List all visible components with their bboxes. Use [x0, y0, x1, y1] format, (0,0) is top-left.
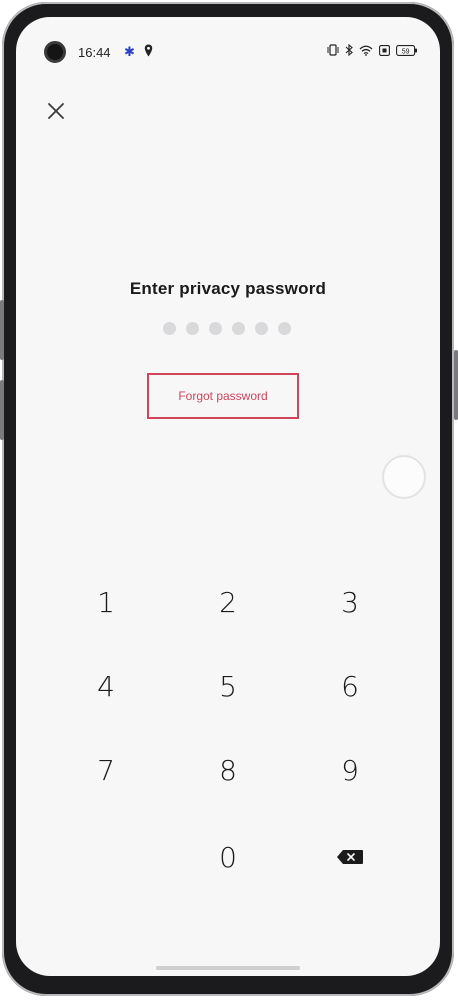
gear-icon: ✱: [124, 44, 135, 59]
key-6[interactable]: 6: [310, 656, 390, 716]
pin-dot: [232, 322, 245, 335]
pin-dot: [186, 322, 199, 335]
pin-dot: [278, 322, 291, 335]
key-7[interactable]: 7: [66, 740, 146, 800]
status-icons: 59: [327, 44, 418, 56]
power-button: [454, 350, 458, 420]
front-camera: [44, 41, 66, 63]
key-9[interactable]: 9: [310, 740, 390, 800]
pin-dot: [255, 322, 268, 335]
forgot-password-button[interactable]: Forgot password: [147, 373, 299, 419]
key-2[interactable]: 2: [188, 572, 268, 632]
backspace-button[interactable]: [310, 827, 390, 887]
location-icon: [144, 44, 153, 57]
key-0[interactable]: 0: [188, 827, 268, 887]
status-time: 16:44: [78, 45, 111, 60]
key-4[interactable]: 4: [66, 656, 146, 716]
screen: 16:44 ✱ 59 Enter privacy password Forgot…: [16, 17, 440, 976]
battery-icon: 59: [396, 44, 417, 56]
home-indicator[interactable]: [156, 966, 300, 970]
bluetooth-icon: [345, 44, 353, 56]
volume-button: [0, 300, 4, 360]
pin-dot: [209, 322, 222, 335]
page-title: Enter privacy password: [129, 279, 327, 298]
assistive-touch-button[interactable]: [382, 455, 426, 499]
vibrate-icon: [327, 44, 339, 56]
nfc-icon: [379, 44, 390, 56]
volume-button: [0, 380, 4, 440]
close-icon[interactable]: [42, 97, 70, 125]
key-5[interactable]: 5: [188, 656, 268, 716]
pin-indicator: [163, 322, 291, 335]
battery-level: 59: [402, 48, 410, 55]
key-3[interactable]: 3: [310, 572, 390, 632]
backspace-icon: [337, 850, 363, 864]
key-1[interactable]: 1: [66, 572, 146, 632]
wifi-icon: [359, 45, 373, 56]
pin-dot: [163, 322, 176, 335]
key-8[interactable]: 8: [188, 740, 268, 800]
phone-device: 16:44 ✱ 59 Enter privacy password Forgot…: [0, 0, 458, 1000]
status-bar: 16:44 ✱ 59: [16, 17, 440, 63]
